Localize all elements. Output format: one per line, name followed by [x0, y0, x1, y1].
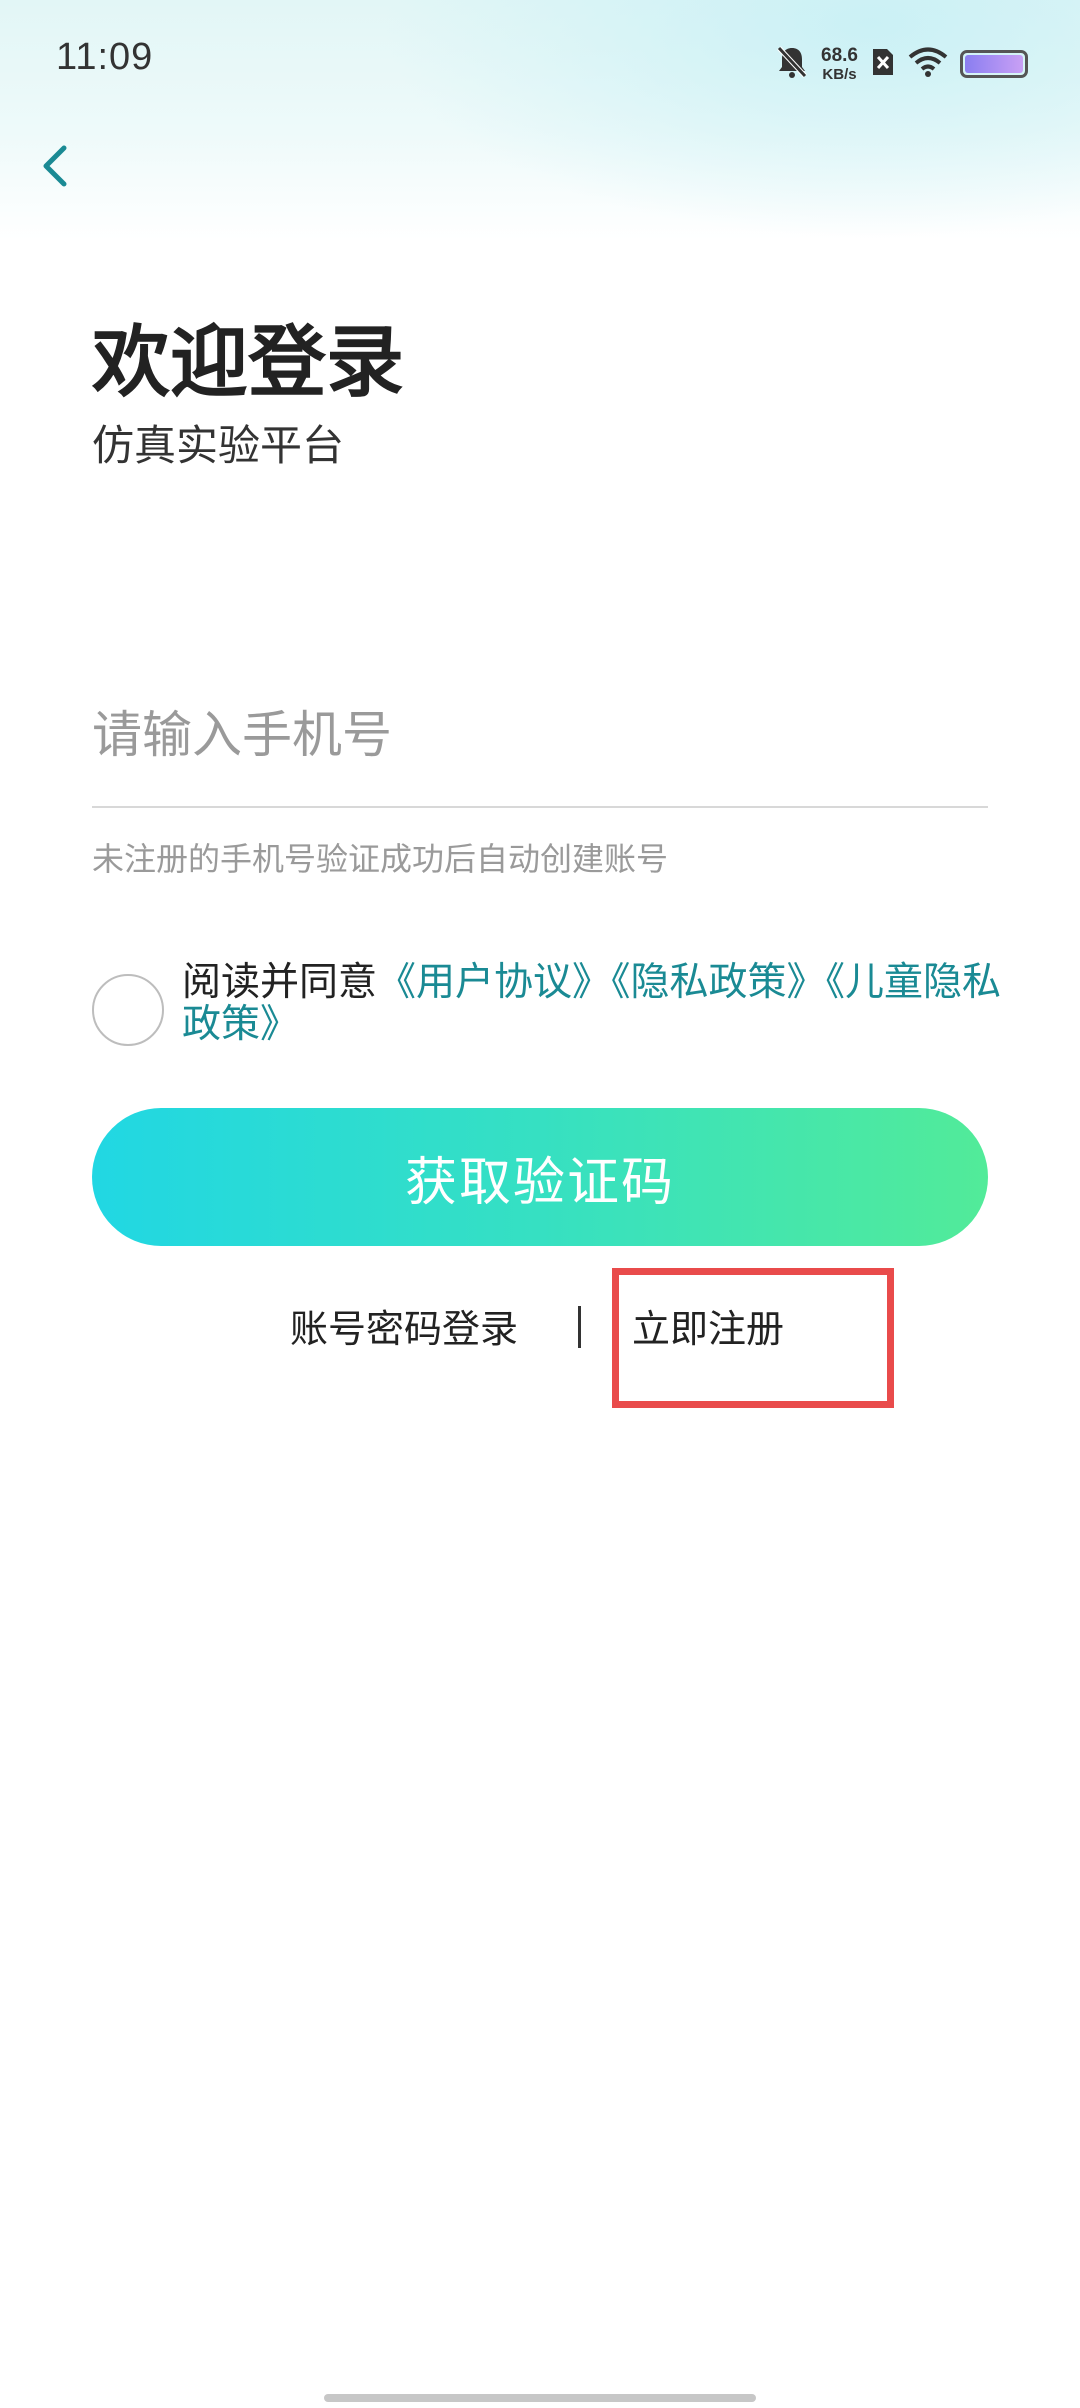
chevron-left-icon [43, 145, 67, 187]
agreement-text: 阅读并同意《用户协议》《隐私政策》《儿童隐私政策》 [182, 962, 1002, 1046]
user-agreement-link[interactable]: 《用户协议》 [377, 960, 611, 1005]
status-time: 11:09 [56, 36, 154, 78]
register-highlight-box [612, 1268, 894, 1408]
password-login-link[interactable]: 账号密码登录 [290, 1298, 518, 1353]
page-title: 欢迎登录 [92, 318, 405, 408]
login-screen: 11:09 68.6 KB/s 欢迎登录 仿真实验平台 请输入手机号 未注册的手… [0, 0, 1080, 2408]
privacy-policy-link[interactable]: 《隐私政策》 [611, 960, 826, 1005]
battery-level [965, 55, 1023, 73]
battery-icon [960, 50, 1028, 78]
agreement-checkbox[interactable] [92, 974, 164, 1046]
register-hint: 未注册的手机号验证成功后自动创建账号 [92, 840, 669, 878]
home-indicator[interactable] [324, 2394, 756, 2402]
back-button[interactable] [30, 136, 86, 196]
phone-input[interactable] [92, 690, 988, 780]
input-underline [92, 806, 988, 808]
wifi-icon [908, 46, 948, 82]
net-speed-unit: KB/s [822, 66, 857, 83]
page-subtitle: 仿真实验平台 [92, 421, 345, 470]
agreement-prefix: 阅读并同意 [182, 960, 378, 1005]
bell-muted-icon [775, 44, 809, 84]
net-speed-value: 68.6 [821, 45, 858, 66]
status-icons: 68.6 KB/s [775, 40, 1028, 88]
link-separator [578, 1306, 581, 1348]
get-verification-code-button[interactable]: 获取验证码 [92, 1108, 988, 1246]
net-speed: 68.6 KB/s [821, 46, 858, 82]
status-bar: 11:09 68.6 KB/s [0, 0, 1080, 120]
sim-x-icon [870, 46, 896, 82]
